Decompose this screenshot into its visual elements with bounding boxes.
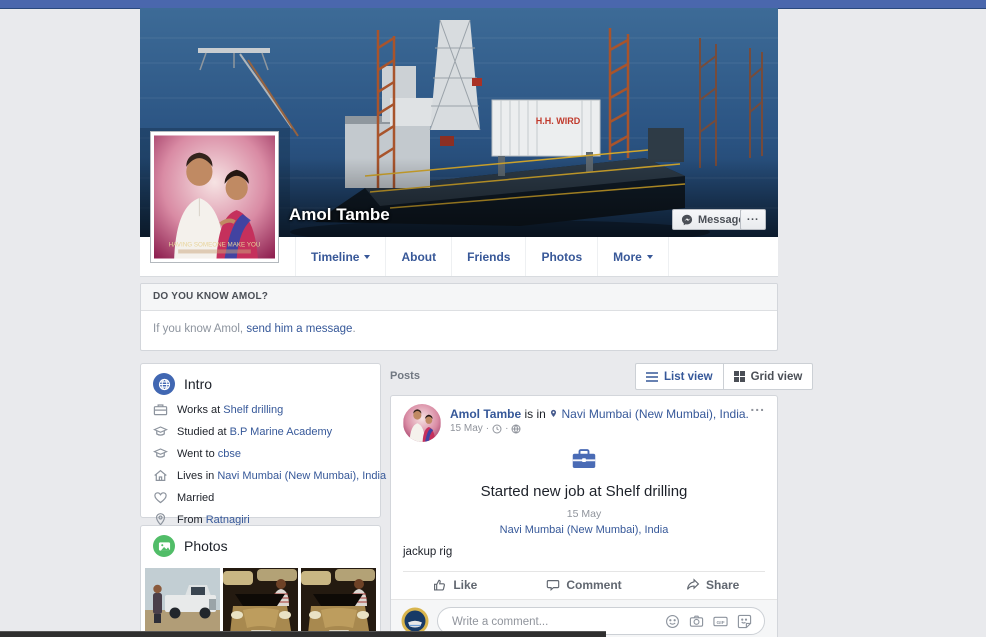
intro-work-item: Works at Shelf drilling bbox=[141, 402, 380, 417]
tab-friends[interactable]: Friends bbox=[451, 237, 525, 276]
chevron-down-icon bbox=[364, 255, 370, 259]
post-author-link[interactable]: Amol Tambe bbox=[450, 407, 521, 421]
couple-photo-small bbox=[403, 404, 441, 442]
graduation-cap-icon bbox=[153, 424, 168, 439]
life-event-location-link[interactable]: Navi Mumbai (New Mumbai), India bbox=[500, 524, 669, 536]
photo-caption-text: HAVING SOMEONE MAKE YOU bbox=[169, 241, 261, 248]
tab-timeline[interactable]: Timeline bbox=[295, 237, 385, 276]
svg-text:GIF: GIF bbox=[716, 620, 724, 626]
profile-picture[interactable]: HAVING SOMEONE MAKE YOU bbox=[150, 131, 279, 263]
post-card: Amol Tambe is in Navi Mumbai (New Mumbai… bbox=[390, 395, 778, 637]
comment-button[interactable]: Comment bbox=[520, 572, 649, 598]
do-you-know-header: DO YOU KNOW AMOL? bbox=[141, 284, 777, 311]
grid-view-button[interactable]: Grid view bbox=[723, 364, 813, 389]
photo-thumb-truck[interactable] bbox=[145, 568, 220, 637]
window-bottom-edge bbox=[0, 631, 606, 637]
briefcase-life-event-icon bbox=[572, 448, 596, 470]
tab-photos[interactable]: Photos bbox=[525, 237, 597, 276]
hometown-link[interactable]: Ratnagiri bbox=[206, 514, 250, 526]
photo-thumb-car-1[interactable] bbox=[223, 568, 298, 637]
do-you-know-card: DO YOU KNOW AMOL? If you know Amol, send… bbox=[140, 283, 778, 351]
tab-about[interactable]: About bbox=[385, 237, 451, 276]
like-button[interactable]: Like bbox=[391, 572, 520, 598]
ellipsis-icon: ... bbox=[747, 211, 759, 223]
current-city-link[interactable]: Navi Mumbai (New Mumbai), India bbox=[217, 470, 386, 482]
gif-icon[interactable]: GIF bbox=[713, 614, 728, 629]
clock-icon bbox=[492, 424, 502, 434]
chevron-down-icon bbox=[647, 255, 653, 259]
post-options-button[interactable]: ... bbox=[750, 398, 765, 414]
grid-icon bbox=[734, 371, 745, 382]
intro-relationship-item: Married bbox=[141, 490, 380, 505]
college-link[interactable]: B.P Marine Academy bbox=[230, 426, 333, 438]
message-button-label: Message bbox=[698, 214, 744, 226]
life-event-block: Started new job at Shelf drilling 15 May… bbox=[391, 448, 777, 538]
comment-composer-icons: GIF bbox=[665, 614, 752, 629]
heart-icon bbox=[153, 490, 168, 505]
photos-card: Photos bbox=[140, 525, 381, 637]
share-arrow-icon bbox=[686, 578, 700, 592]
intro-lives-item: Lives in Navi Mumbai (New Mumbai), India bbox=[141, 468, 380, 483]
photo-thumb-car-2[interactable] bbox=[301, 568, 376, 637]
life-event-date: 15 May bbox=[391, 508, 777, 520]
briefcase-icon bbox=[153, 402, 168, 417]
location-pin-icon bbox=[549, 408, 558, 419]
photo-thumbnails bbox=[141, 564, 380, 637]
post-header-line: Amol Tambe is in Navi Mumbai (New Mumbai… bbox=[450, 407, 749, 421]
thumbs-up-icon bbox=[433, 578, 447, 592]
camera-icon[interactable] bbox=[689, 614, 704, 629]
photos-title: Photos bbox=[184, 538, 228, 554]
facebook-profile-page: H.H. WIRD Amol Tambe Message ... bbox=[0, 0, 986, 637]
intro-title: Intro bbox=[184, 376, 212, 392]
post-location-link[interactable]: Navi Mumbai (New Mumbai), India. bbox=[561, 407, 748, 421]
tab-more[interactable]: More bbox=[597, 237, 669, 276]
post-date-link[interactable]: 15 May bbox=[450, 423, 483, 434]
list-icon bbox=[646, 372, 658, 382]
comment-bubble-icon bbox=[546, 578, 560, 592]
post-timestamp: 15 May · · bbox=[450, 423, 521, 434]
share-button[interactable]: Share bbox=[648, 572, 777, 598]
post-action-row: Like Comment Share bbox=[391, 572, 777, 598]
home-icon bbox=[153, 468, 168, 483]
post-message: jackup rig bbox=[403, 546, 452, 558]
cover-container-sign: H.H. WIRD bbox=[536, 116, 581, 126]
view-toggle: List view Grid view bbox=[635, 363, 813, 390]
sticker-icon[interactable] bbox=[737, 614, 752, 629]
messenger-icon bbox=[681, 214, 693, 226]
intro-card: Intro Works at Shelf drilling Studied at… bbox=[140, 363, 381, 518]
send-message-link[interactable]: send him a message bbox=[246, 323, 352, 335]
do-you-know-body: If you know Amol, send him a message. bbox=[141, 311, 777, 347]
couple-photo: HAVING SOMEONE MAKE YOU bbox=[154, 135, 275, 259]
workplace-link[interactable]: Shelf drilling bbox=[223, 404, 283, 416]
graduation-cap-icon bbox=[153, 446, 168, 461]
post-author-avatar[interactable] bbox=[403, 404, 441, 442]
list-view-button[interactable]: List view bbox=[636, 364, 723, 389]
life-event-title: Started new job at Shelf drilling bbox=[391, 483, 777, 500]
privacy-globe-icon bbox=[511, 424, 521, 434]
emoji-icon[interactable] bbox=[665, 614, 680, 629]
profile-more-options-button[interactable]: ... bbox=[740, 209, 766, 230]
profile-name: Amol Tambe bbox=[289, 205, 390, 225]
intro-studied-item: Studied at B.P Marine Academy bbox=[141, 424, 380, 439]
photos-icon bbox=[153, 535, 175, 557]
intro-school-item: Went to cbse bbox=[141, 446, 380, 461]
posts-section-label: Posts bbox=[390, 370, 420, 382]
globe-icon bbox=[153, 373, 175, 395]
school-link[interactable]: cbse bbox=[218, 448, 241, 460]
